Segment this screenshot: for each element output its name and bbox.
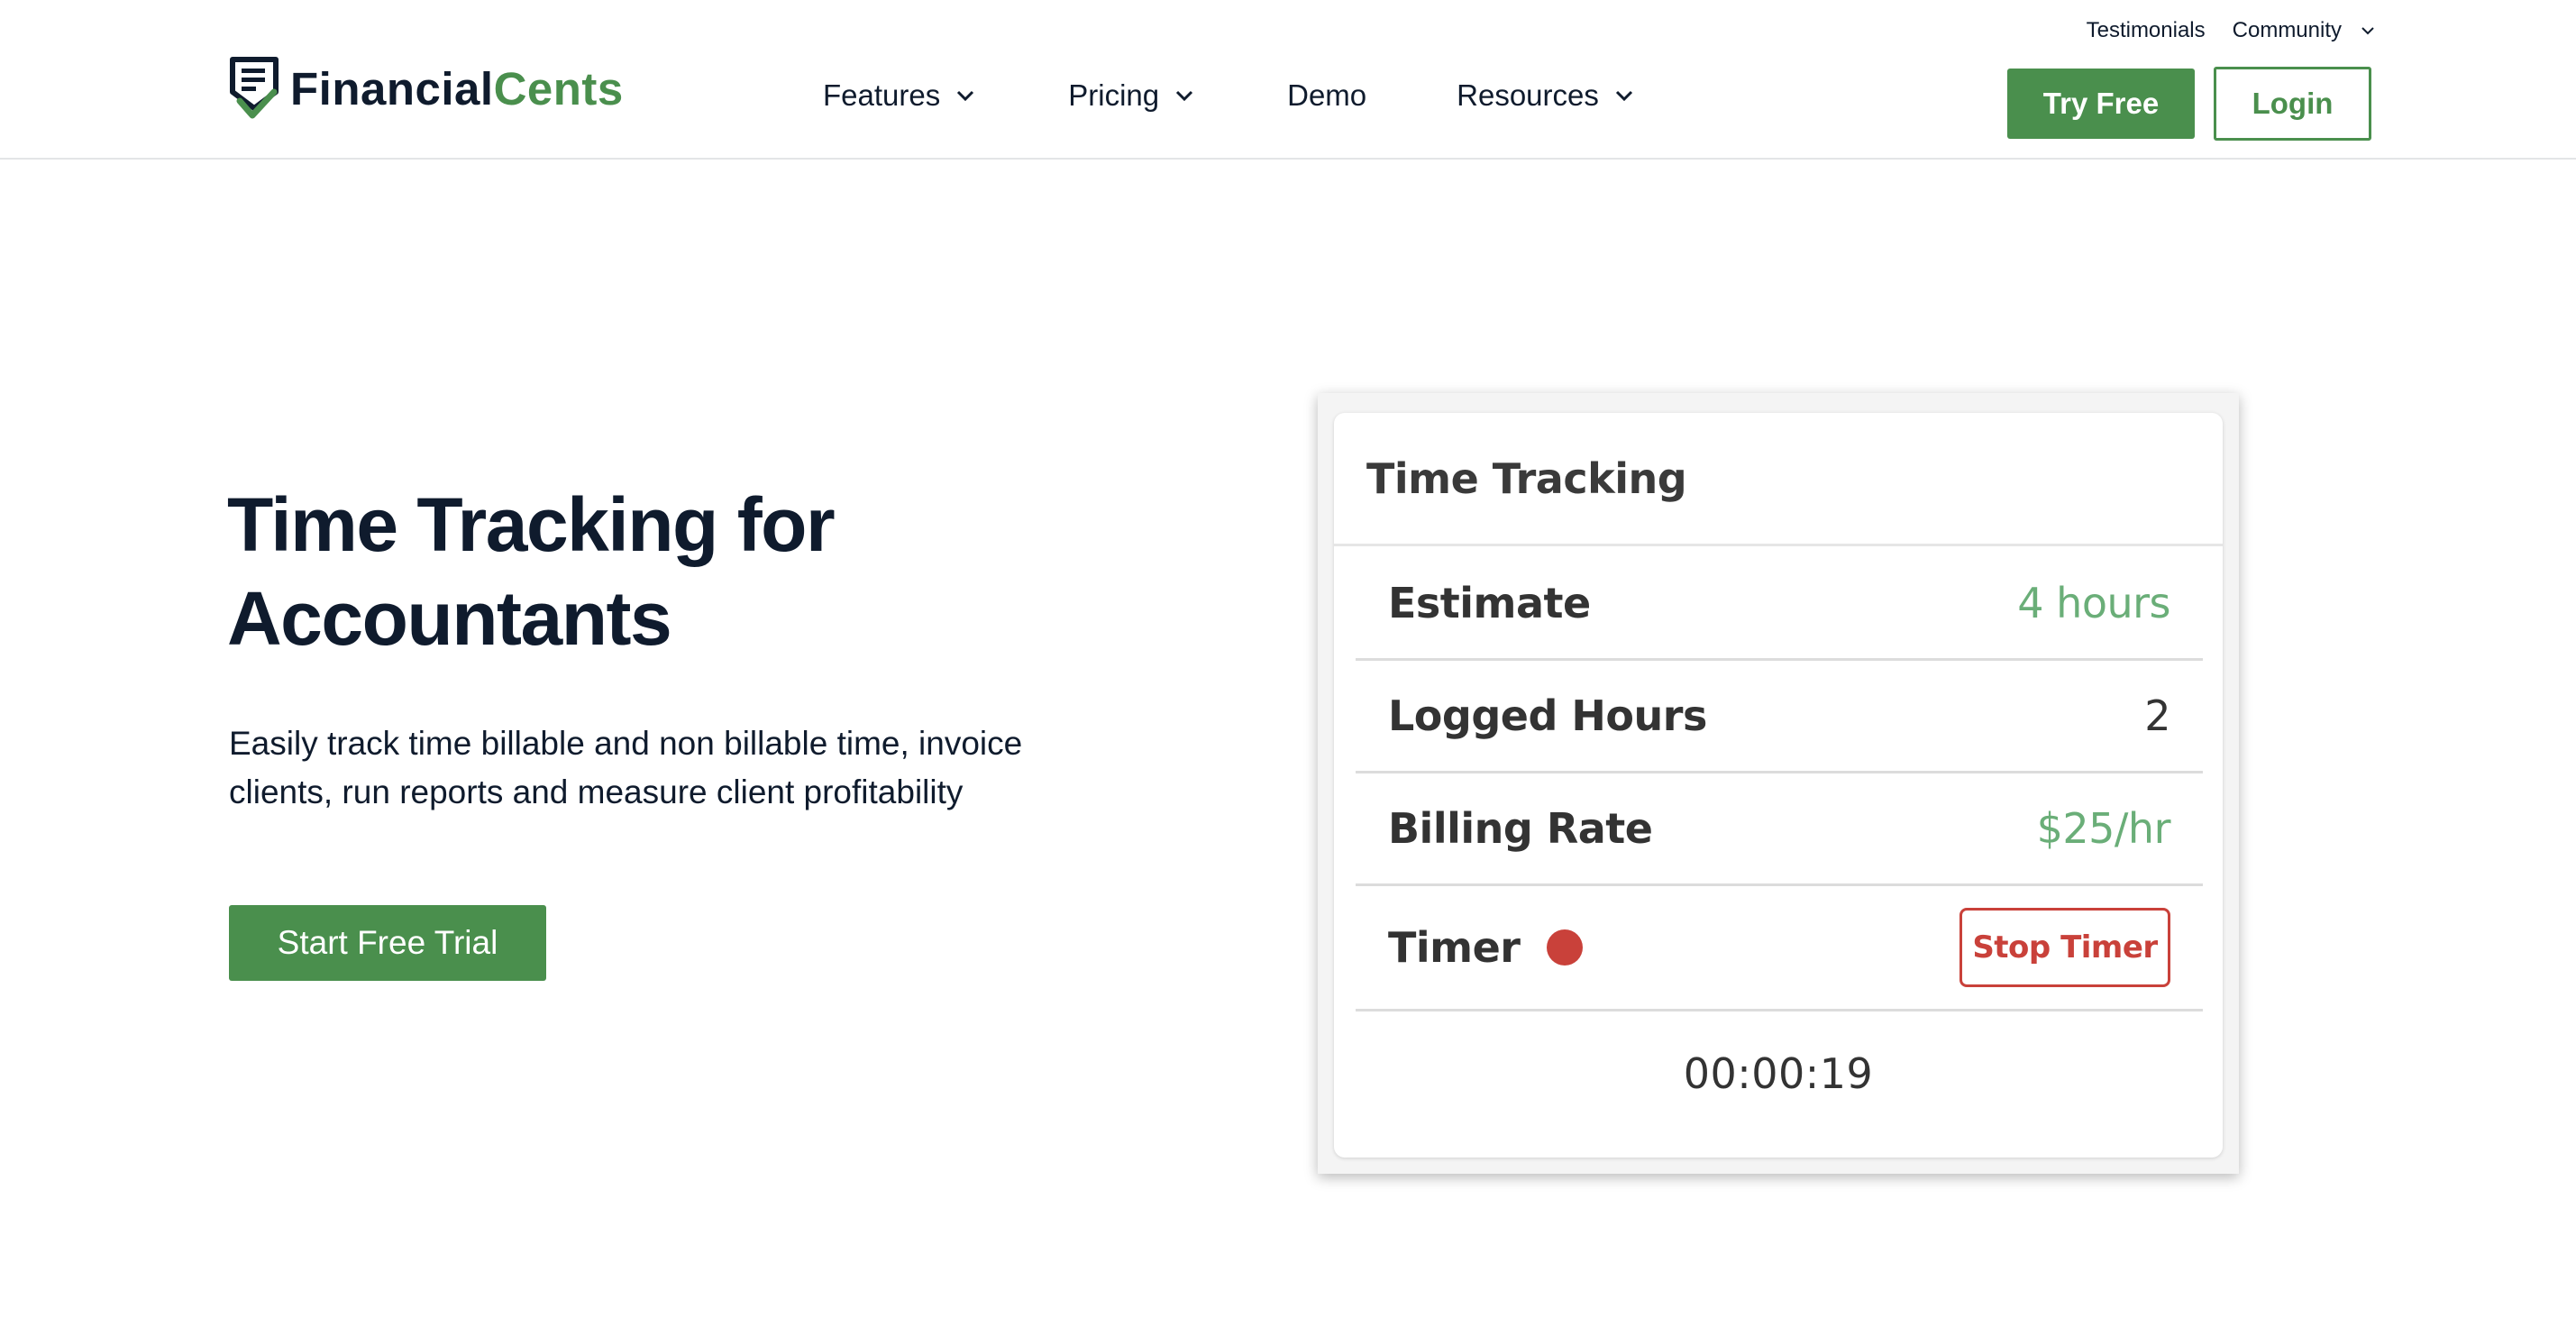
- brand-logo[interactable]: FinancialCents: [227, 56, 624, 121]
- nav-item-label: Pricing: [1068, 78, 1160, 112]
- hero-description-line2: clients, run reports and measure client …: [229, 773, 964, 810]
- start-free-trial-button[interactable]: Start Free Trial: [229, 905, 546, 981]
- timer-label-group: Timer: [1388, 923, 1584, 972]
- login-button[interactable]: Login: [2214, 67, 2371, 141]
- community-menu[interactable]: Community: [2233, 18, 2374, 43]
- chevron-down-icon: [1615, 90, 1632, 101]
- chevron-down-icon: [957, 90, 974, 101]
- nav-item-label: Resources: [1457, 78, 1599, 112]
- row-value: $25/hr: [2036, 804, 2171, 853]
- nav-item-demo[interactable]: Demo: [1287, 78, 1366, 113]
- nav-item-label: Demo: [1287, 78, 1367, 112]
- site-header: FinancialCents Testimonials Community Fe…: [0, 0, 2576, 160]
- testimonials-label: Testimonials: [2086, 18, 2206, 42]
- row-label: Logged Hours: [1388, 691, 1707, 740]
- row-value: 2: [2144, 691, 2170, 740]
- hero-title-line1: Time Tracking for: [227, 482, 836, 567]
- hero-description-line1: Easily track time billable and non billa…: [229, 725, 1023, 762]
- nav-item-pricing[interactable]: Pricing: [1068, 78, 1193, 113]
- row-label: Billing Rate: [1388, 804, 1653, 853]
- community-label: Community: [2232, 18, 2342, 42]
- estimate-row: Estimate 4 hours: [1356, 548, 2203, 661]
- timer-row: Timer Stop Timer: [1356, 886, 2203, 1011]
- row-label: Estimate: [1388, 579, 1591, 627]
- stop-timer-button[interactable]: Stop Timer: [1959, 908, 2170, 987]
- hero-title-line2: Accountants: [227, 576, 672, 661]
- hero-description: Easily track time billable and non billa…: [229, 719, 1130, 817]
- nav-item-resources[interactable]: Resources: [1457, 78, 1633, 113]
- nav-item-features[interactable]: Features: [823, 78, 974, 113]
- time-tracking-preview: Time Tracking Estimate 4 hours Logged Ho…: [1318, 393, 2239, 1174]
- billing-rate-row: Billing Rate $25/hr: [1356, 773, 2203, 886]
- testimonials-link[interactable]: Testimonials: [2087, 18, 2206, 43]
- time-tracking-card: Time Tracking Estimate 4 hours Logged Ho…: [1334, 413, 2223, 1158]
- brand-name-cents: Cents: [493, 62, 624, 114]
- brand-wordmark: FinancialCents: [290, 66, 624, 112]
- logged-hours-row: Logged Hours 2: [1356, 661, 2203, 773]
- recording-indicator-icon: [1547, 929, 1584, 966]
- timer-label: Timer: [1388, 923, 1521, 972]
- brand-name-financial: Financial: [290, 62, 494, 114]
- chevron-down-icon: [2361, 26, 2374, 34]
- hero-title: Time Tracking for Accountants: [227, 478, 1128, 665]
- card-rows: Estimate 4 hours Logged Hours 2 Billing …: [1356, 548, 2203, 1011]
- logo-icon: [230, 57, 279, 119]
- nav-item-label: Features: [823, 78, 941, 112]
- try-free-button[interactable]: Try Free: [2007, 69, 2195, 139]
- card-title: Time Tracking: [1334, 413, 2223, 546]
- utility-nav: Testimonials Community: [2087, 18, 2374, 43]
- row-value: 4 hours: [2017, 579, 2170, 627]
- elapsed-time: 00:00:19: [1683, 1049, 1874, 1098]
- main-nav: Features Pricing Demo Resources: [823, 76, 1633, 115]
- chevron-down-icon: [1176, 90, 1193, 101]
